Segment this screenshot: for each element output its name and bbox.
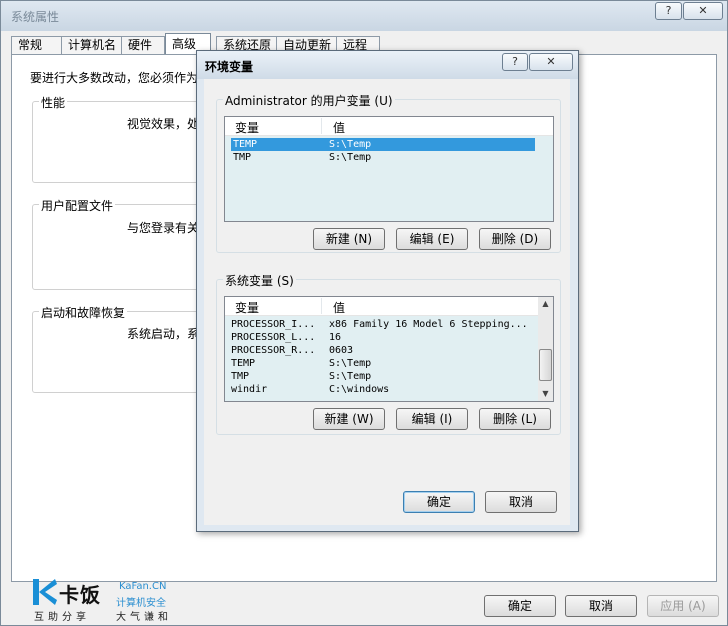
- user-var-row-tmp[interactable]: TMP S:\Temp: [231, 151, 535, 164]
- scroll-down-arrow-icon[interactable]: ▼: [538, 387, 553, 401]
- system-var-row[interactable]: TEMP S:\Temp: [231, 357, 535, 370]
- user-variables-label: Administrator 的用户变量 (U): [223, 92, 395, 109]
- kafan-logo-icon: [33, 579, 57, 605]
- system-var-name: windir: [231, 384, 268, 395]
- system-delete-button[interactable]: 删除 (L): [479, 408, 551, 430]
- admin-intro-text: 要进行大多数改动，您必须作为: [30, 71, 199, 85]
- system-var-value: x86 Family 16 Model 6 Stepping...: [329, 319, 528, 330]
- dialog-title-bar[interactable]: 环境变量 ? ✕: [197, 51, 578, 79]
- user-var-row-temp[interactable]: TEMP S:\Temp: [231, 138, 535, 151]
- system-variables-label: 系统变量 (S): [223, 272, 296, 289]
- outer-title-bar[interactable]: 系统属性 ? ✕: [1, 1, 727, 31]
- system-col-divider: [321, 298, 322, 314]
- watermark-tagline-3: 大气谦和: [116, 612, 172, 623]
- user-profiles-group-title: 用户配置文件: [39, 197, 116, 214]
- system-var-row[interactable]: TMP S:\Temp: [231, 370, 535, 383]
- user-var-value: S:\Temp: [329, 139, 372, 150]
- performance-group-title: 性能: [39, 94, 68, 111]
- environment-variables-dialog: 环境变量 ? ✕ Administrator 的用户变量 (U) 变量 值 TE…: [196, 50, 579, 532]
- system-variables-group: 系统变量 (S) 变量 值 PROCESSOR_I... x86 Family …: [216, 272, 561, 435]
- system-col-variable[interactable]: 变量: [235, 299, 259, 316]
- dialog-ok-button[interactable]: 确定: [403, 491, 475, 513]
- system-var-name: PROCESSOR_I...: [231, 319, 316, 330]
- outer-help-button[interactable]: ?: [655, 2, 682, 20]
- user-new-button[interactable]: 新建 (N): [313, 228, 385, 250]
- tab-general[interactable]: 常规: [11, 36, 63, 54]
- system-var-row[interactable]: windir C:\windows: [231, 383, 535, 396]
- outer-window-title: 系统属性: [11, 10, 60, 24]
- dialog-close-button[interactable]: ✕: [529, 53, 573, 71]
- watermark-site: KaFan.CN: [119, 581, 167, 592]
- user-var-name: TMP: [233, 152, 252, 163]
- user-variables-group: Administrator 的用户变量 (U) 变量 值 TEMP S:\Tem…: [216, 92, 561, 253]
- user-col-variable[interactable]: 变量: [235, 119, 259, 136]
- user-profiles-description: 与您登录有关: [127, 221, 200, 235]
- outer-cancel-button[interactable]: 取消: [565, 595, 637, 617]
- outer-ok-button[interactable]: 确定: [484, 595, 556, 617]
- system-variables-scrollbar[interactable]: ▲ ▼: [538, 297, 553, 401]
- system-variables-header: 变量 值: [225, 297, 553, 316]
- system-var-row[interactable]: PROCESSOR_R... 0603: [231, 344, 535, 357]
- system-var-name: TEMP: [231, 358, 256, 369]
- dialog-help-button[interactable]: ?: [502, 53, 528, 71]
- system-var-value: S:\Temp: [329, 371, 372, 382]
- system-var-row[interactable]: PROCESSOR_I... x86 Family 16 Model 6 Ste…: [231, 318, 535, 331]
- tab-hardware[interactable]: 硬件: [121, 36, 165, 54]
- system-var-value: 16: [329, 332, 342, 343]
- scroll-thumb[interactable]: [539, 349, 552, 381]
- system-variables-list[interactable]: 变量 值 PROCESSOR_I... x86 Family 16 Model …: [224, 296, 554, 402]
- system-var-name: TMP: [231, 371, 250, 382]
- watermark-tagline-1: 互助分享: [34, 612, 90, 623]
- system-var-value: 0603: [329, 345, 354, 356]
- system-col-value[interactable]: 值: [333, 299, 345, 316]
- user-var-name: TEMP: [233, 139, 258, 150]
- system-var-name: PROCESSOR_L...: [231, 332, 316, 343]
- tab-computer-name[interactable]: 计算机名: [61, 36, 129, 54]
- system-var-value: S:\Temp: [329, 358, 372, 369]
- system-var-name: PROCESSOR_R...: [231, 345, 316, 356]
- user-col-divider: [321, 118, 322, 134]
- performance-description: 视觉效果，处: [127, 117, 200, 131]
- dialog-cancel-button[interactable]: 取消: [485, 491, 557, 513]
- user-delete-button[interactable]: 删除 (D): [479, 228, 551, 250]
- user-edit-button[interactable]: 编辑 (E): [396, 228, 468, 250]
- scroll-up-arrow-icon[interactable]: ▲: [538, 297, 553, 311]
- outer-apply-button[interactable]: 应用 (A): [647, 595, 719, 617]
- startup-recovery-group-title: 启动和故障恢复: [39, 304, 128, 321]
- user-var-value: S:\Temp: [329, 152, 372, 163]
- startup-recovery-description: 系统启动，系: [127, 327, 200, 341]
- system-new-button[interactable]: 新建 (W): [313, 408, 385, 430]
- dialog-body: Administrator 的用户变量 (U) 变量 值 TEMP S:\Tem…: [204, 79, 570, 525]
- watermark-name: 卡饭: [59, 583, 101, 607]
- outer-close-button[interactable]: ✕: [683, 2, 723, 20]
- system-var-row[interactable]: PROCESSOR_L... 16: [231, 331, 535, 344]
- watermark-tagline-2: 计算机安全: [116, 598, 166, 609]
- user-col-value[interactable]: 值: [333, 119, 345, 136]
- dialog-title: 环境变量: [205, 60, 254, 74]
- system-var-value: C:\windows: [329, 384, 390, 395]
- system-edit-button[interactable]: 编辑 (I): [396, 408, 468, 430]
- user-variables-list[interactable]: 变量 值 TEMP S:\Temp TMP S:\Temp: [224, 116, 554, 222]
- user-variables-header: 变量 值: [225, 117, 553, 136]
